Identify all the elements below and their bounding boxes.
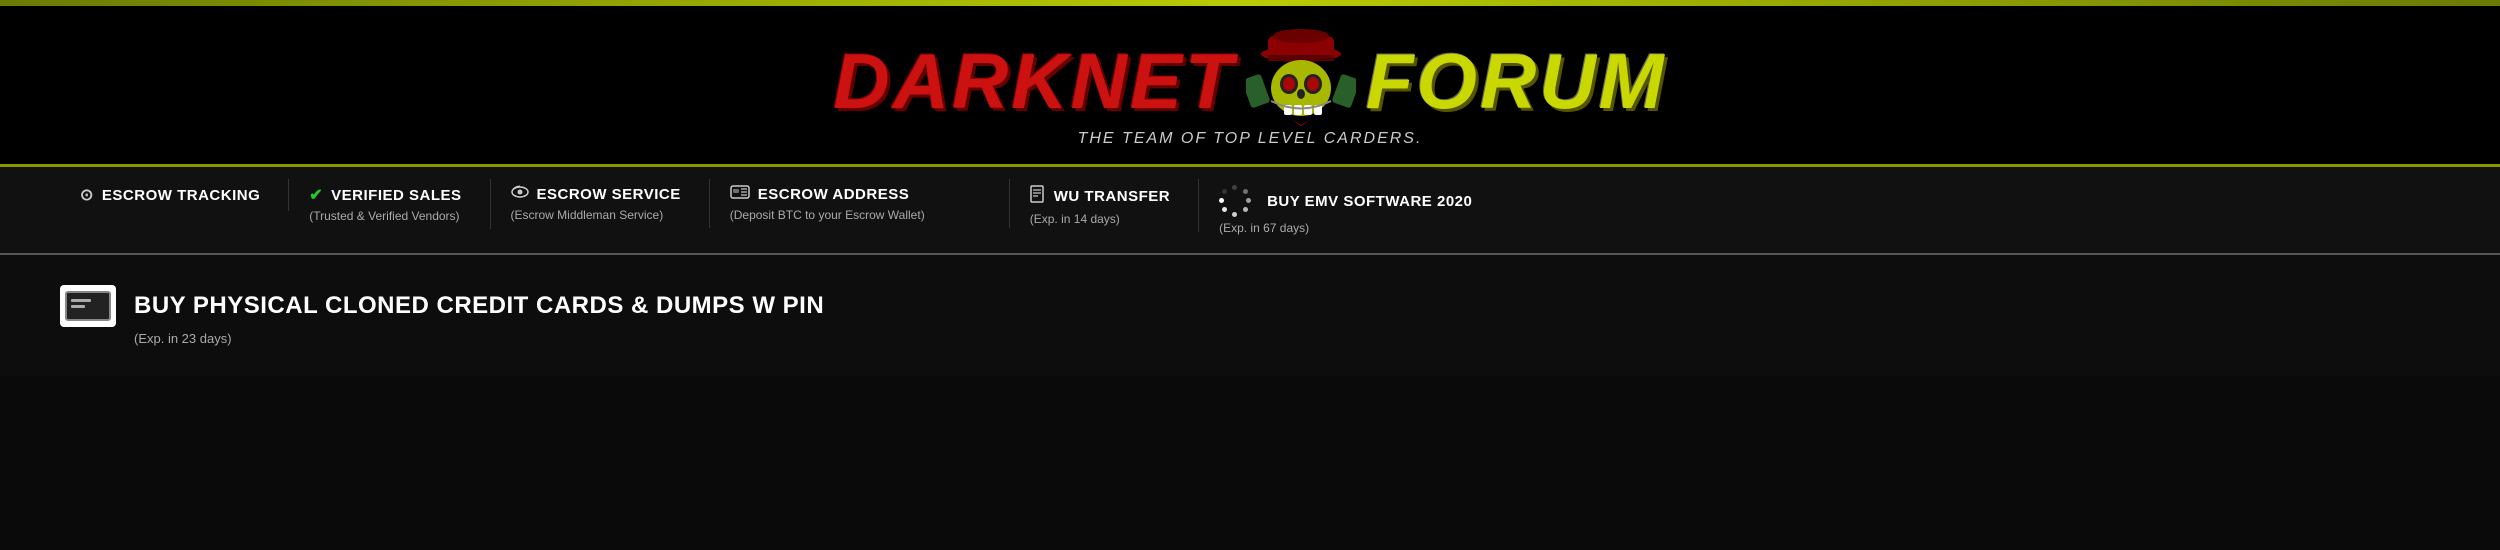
globe-icon: ⊙: [80, 185, 94, 205]
check-icon: ✔: [309, 185, 323, 205]
nav-escrow-service-subtitle: (Escrow Middleman Service): [511, 208, 664, 222]
nav-item-escrow-tracking[interactable]: ⊙ ESCROW TRACKING: [60, 179, 289, 211]
nav-item-verified-sales[interactable]: ✔ VERIFIED SALES (Trusted & Verified Ven…: [289, 179, 490, 229]
logo-subtitle: THE TEAM OF TOP LEVEL CARDERS.: [1078, 130, 1423, 148]
loading-spinner-icon: [1219, 185, 1251, 217]
logo-darknet: DARKNET: [833, 36, 1235, 127]
logo-text: DARKNET: [833, 26, 1666, 136]
promo-title-row: BUY PHYSICAL CLONED CREDIT CARDS & DUMPS…: [60, 285, 824, 327]
navbar: ⊙ ESCROW TRACKING ✔ VERIFIED SALES (Trus…: [0, 167, 2500, 255]
nav-item-escrow-address[interactable]: ESCROW ADDRESS (Deposit BTC to your Escr…: [710, 179, 1010, 228]
nav-verified-sales-subtitle: (Trusted & Verified Vendors): [309, 209, 459, 223]
nav-buy-emv-title: BUY EMV SOFTWARE 2020: [1219, 185, 1472, 217]
logo-forum: FORUM: [1366, 36, 1667, 127]
nav-item-buy-emv[interactable]: BUY EMV SOFTWARE 2020 (Exp. in 67 days): [1199, 179, 1500, 241]
nav-escrow-tracking-title: ⊙ ESCROW TRACKING: [80, 185, 260, 205]
doc-icon: [1030, 185, 1046, 208]
eye-icon: [511, 185, 529, 204]
promo-title: BUY PHYSICAL CLONED CREDIT CARDS & DUMPS…: [134, 292, 824, 320]
credit-card-icon: [60, 285, 116, 327]
promo-credit-cards[interactable]: BUY PHYSICAL CLONED CREDIT CARDS & DUMPS…: [60, 285, 2440, 346]
content-area: BUY PHYSICAL CLONED CREDIT CARDS & DUMPS…: [0, 255, 2500, 376]
site-header: DARKNET: [0, 6, 2500, 167]
nav-escrow-service-title: ESCROW SERVICE: [511, 185, 681, 204]
logo-container: DARKNET: [833, 26, 1666, 148]
credit-card-inner-icon: [65, 291, 111, 321]
nav-wu-transfer-subtitle: (Exp. in 14 days): [1030, 212, 1120, 226]
nav-verified-sales-title: ✔ VERIFIED SALES: [309, 185, 461, 205]
nav-buy-emv-subtitle: (Exp. in 67 days): [1219, 221, 1309, 235]
promo-subtitle: (Exp. in 23 days): [134, 331, 232, 346]
nav-escrow-address-subtitle: (Deposit BTC to your Escrow Wallet): [730, 208, 925, 222]
logo-skull-icon: [1246, 26, 1356, 136]
nav-item-escrow-service[interactable]: ESCROW SERVICE (Escrow Middleman Service…: [491, 179, 710, 228]
nav-wu-transfer-title: WU TRANSFER: [1030, 185, 1170, 208]
id-card-icon: [730, 185, 750, 204]
nav-escrow-address-title: ESCROW ADDRESS: [730, 185, 909, 204]
nav-item-wu-transfer[interactable]: WU TRANSFER (Exp. in 14 days): [1010, 179, 1199, 232]
